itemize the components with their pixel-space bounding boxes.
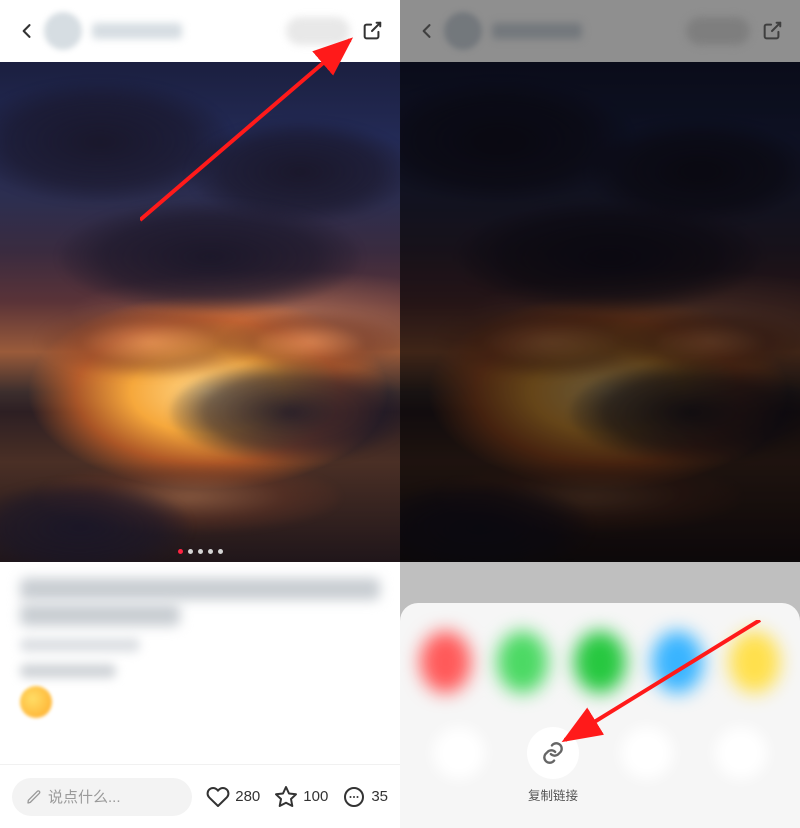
bottom-bar: 说点什么... 280 100 35 [0,764,400,828]
comment-button[interactable]: 35 [342,785,388,809]
heart-icon [206,785,230,809]
comment-count: 35 [371,788,388,805]
follow-button[interactable] [286,17,350,45]
author-avatar[interactable] [44,12,82,50]
pager-dot [218,549,223,554]
compose-input[interactable]: 说点什么... [12,778,192,816]
pager-dot [208,549,213,554]
compose-placeholder: 说点什么... [48,786,121,807]
pager-dot [188,549,193,554]
post-title-line [20,604,180,626]
collect-button[interactable]: 100 [274,785,328,809]
share-target[interactable] [574,631,625,693]
back-button[interactable] [16,20,38,42]
screenshot-right: 复制链接 [400,0,800,828]
post-title-line [20,578,380,600]
chevron-left-icon [17,21,37,41]
top-bar [0,0,400,62]
share-button[interactable] [360,19,384,43]
link-icon [540,740,566,766]
share-action[interactable] [414,727,504,804]
share-action[interactable] [602,727,692,804]
post-image[interactable] [0,62,400,562]
share-actions-row: 复制链接 [412,717,788,804]
star-count: 100 [303,788,328,805]
external-link-icon [361,20,383,42]
comment-icon [342,785,366,809]
pen-icon [26,789,42,805]
star-icon [274,785,298,809]
pager-dot [198,549,203,554]
comments-header [20,664,116,678]
commenter-avatar[interactable] [20,686,52,718]
like-button[interactable]: 280 [206,785,260,809]
copy-link-label: 复制链接 [528,785,578,804]
like-count: 280 [235,788,260,805]
screenshot-left: 说点什么... 280 100 35 [0,0,400,828]
share-target[interactable] [420,631,471,693]
pager-dot [178,549,183,554]
author-name[interactable] [92,23,182,39]
share-targets-row [412,621,788,717]
image-pager-dots [0,549,400,554]
share-target[interactable] [652,631,703,693]
share-sheet: 复制链接 [400,603,800,828]
copy-link-button[interactable]: 复制链接 [508,727,598,804]
share-target[interactable] [729,631,780,693]
share-target[interactable] [497,631,548,693]
share-action[interactable] [696,727,786,804]
post-meta [20,638,140,652]
